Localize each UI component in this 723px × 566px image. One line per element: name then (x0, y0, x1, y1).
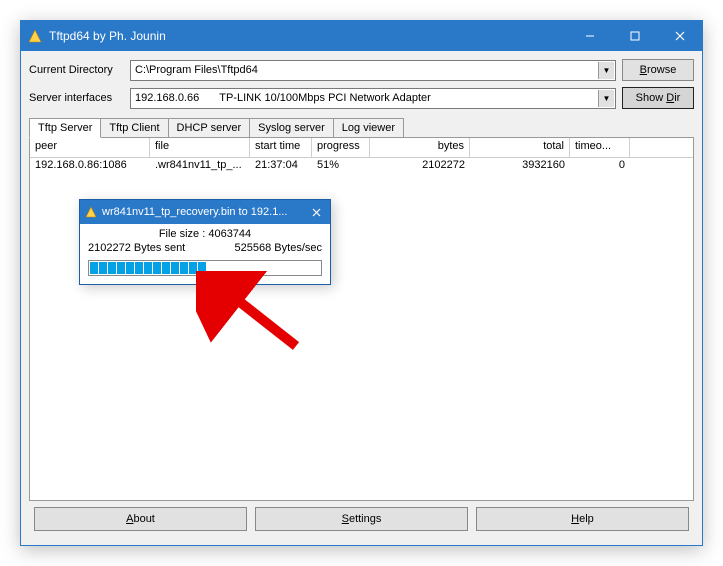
client-area: Current Directory C:\Program Files\Tftpd… (21, 51, 702, 545)
progress-segment (162, 262, 170, 274)
cell-timeouts: 0 (570, 158, 630, 175)
progress-segment (135, 262, 143, 274)
cell-peer: 192.168.0.86:1086 (30, 158, 150, 175)
progress-bar (88, 260, 322, 276)
tab-tftp-client[interactable]: Tftp Client (100, 118, 168, 138)
progress-segment (180, 262, 188, 274)
help-button[interactable]: Help (476, 507, 689, 531)
col-progress[interactable]: progress (312, 138, 370, 157)
app-window: Tftpd64 by Ph. Jounin Current Directory … (20, 20, 703, 546)
col-timeouts[interactable]: timeo... (570, 138, 630, 157)
file-size-label: File size : 4063744 (88, 228, 322, 240)
progress-segment (144, 262, 152, 274)
progress-segment (153, 262, 161, 274)
tab-syslog-server[interactable]: Syslog server (249, 118, 334, 138)
server-interface-ip: 192.168.0.66 (135, 92, 219, 104)
cell-start: 21:37:04 (250, 158, 312, 175)
col-bytes[interactable]: bytes (370, 138, 470, 157)
transfer-rate-label: 525568 Bytes/sec (235, 242, 322, 254)
dialog-close-button[interactable] (302, 200, 330, 224)
cell-total: 3932160 (470, 158, 570, 175)
col-peer[interactable]: peer (30, 138, 150, 157)
current-directory-value: C:\Program Files\Tftpd64 (135, 64, 278, 76)
cell-bytes: 2102272 (370, 158, 470, 175)
tab-body: peer file start time progress bytes tota… (29, 137, 694, 501)
app-icon (84, 205, 98, 219)
cell-progress: 51% (312, 158, 370, 175)
tabs: Tftp Server Tftp Client DHCP server Sysl… (29, 117, 694, 137)
list-header: peer file start time progress bytes tota… (30, 138, 693, 158)
cell-file: .wr841nv11_tp_... (150, 158, 250, 175)
progress-segment (117, 262, 125, 274)
bytes-sent-label: 2102272 Bytes sent (88, 242, 185, 254)
titlebar[interactable]: Tftpd64 by Ph. Jounin (21, 21, 702, 51)
progress-segment (189, 262, 197, 274)
server-interfaces-combo[interactable]: 192.168.0.66 TP-LINK 10/100Mbps PCI Netw… (130, 88, 616, 109)
chevron-down-icon[interactable]: ▼ (598, 90, 614, 107)
minimize-button[interactable] (567, 21, 612, 51)
progress-segment (90, 262, 98, 274)
progress-segment (126, 262, 134, 274)
server-interface-desc: TP-LINK 10/100Mbps PCI Network Adapter (219, 92, 611, 104)
browse-button[interactable]: Browse (622, 59, 694, 81)
col-start-time[interactable]: start time (250, 138, 312, 157)
col-total[interactable]: total (470, 138, 570, 157)
bottom-bar: About Settings Help (29, 501, 694, 537)
app-icon (27, 28, 43, 44)
tab-tftp-server[interactable]: Tftp Server (29, 118, 101, 138)
table-row[interactable]: 192.168.0.86:1086 .wr841nv11_tp_... 21:3… (30, 158, 693, 175)
progress-segment (99, 262, 107, 274)
close-button[interactable] (657, 21, 702, 51)
current-directory-label: Current Directory (29, 64, 124, 76)
progress-segment (171, 262, 179, 274)
col-file[interactable]: file (150, 138, 250, 157)
server-interfaces-label: Server interfaces (29, 92, 124, 104)
show-dir-button[interactable]: Show Dir (622, 87, 694, 109)
maximize-button[interactable] (612, 21, 657, 51)
about-button[interactable]: About (34, 507, 247, 531)
progress-segment (108, 262, 116, 274)
transfer-progress-dialog: wr841nv11_tp_recovery.bin to 192.1... Fi… (79, 199, 331, 285)
window-title: Tftpd64 by Ph. Jounin (49, 29, 567, 43)
dialog-title: wr841nv11_tp_recovery.bin to 192.1... (102, 206, 302, 218)
dialog-titlebar[interactable]: wr841nv11_tp_recovery.bin to 192.1... (80, 200, 330, 224)
tab-log-viewer[interactable]: Log viewer (333, 118, 404, 138)
settings-button[interactable]: Settings (255, 507, 468, 531)
tab-dhcp-server[interactable]: DHCP server (168, 118, 251, 138)
dialog-body: File size : 4063744 2102272 Bytes sent 5… (80, 224, 330, 284)
progress-segment (198, 262, 206, 274)
chevron-down-icon[interactable]: ▼ (598, 62, 614, 79)
current-directory-combo[interactable]: C:\Program Files\Tftpd64 ▼ (130, 60, 616, 81)
